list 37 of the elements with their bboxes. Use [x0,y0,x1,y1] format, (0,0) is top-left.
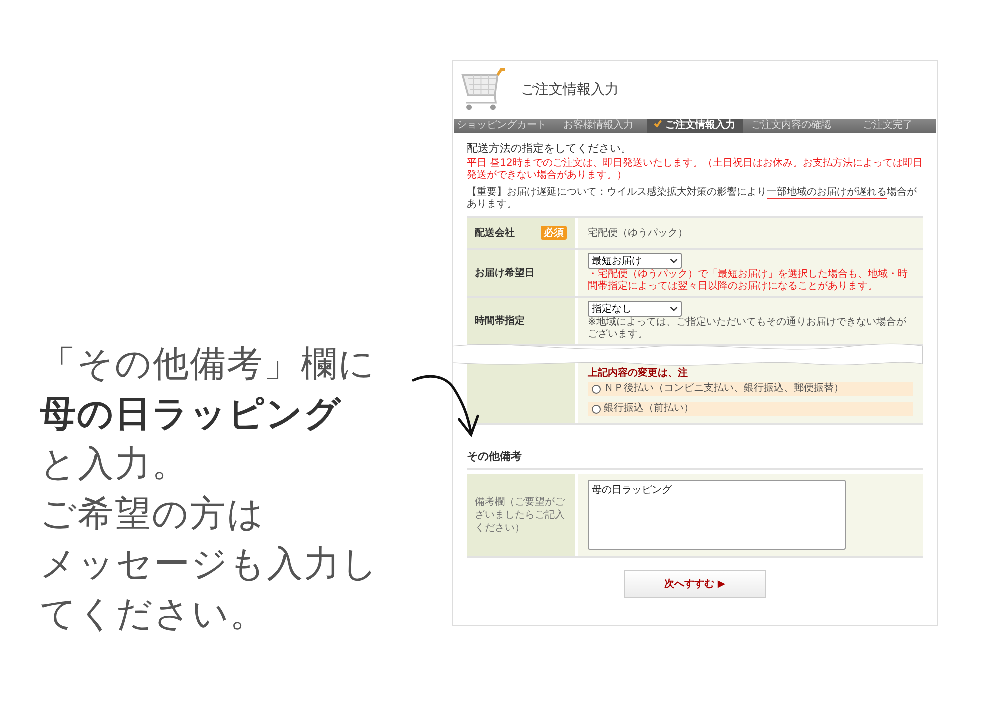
annotation-line: 「その他備考」欄に [40,343,377,387]
annotation-line: 母の日ラッピング [40,393,343,437]
field-note: ※地域によっては、ご指定いただいてもその通りお届けできない場合がございます。 [588,317,908,341]
shopping-cart-icon [461,67,507,113]
caret-icon [670,306,678,312]
payment-option[interactable]: ＮＰ後払い（コンビニ支払い、銀行振込、郵便振替） [588,382,913,396]
radio-button[interactable] [592,404,601,414]
dropdown[interactable]: 最短お届け [588,253,682,269]
section-heading: 配送方法の指定をしてください。 [467,141,633,156]
next-button[interactable]: 次へすすむ ▶ [624,570,766,598]
required-badge: 必須 [541,226,567,240]
notice-text: 平日 昼12時までのご注文は、即日発送いたします。（土日祝日はお休み。お支払方法によっては即日発送ができない場合があります。） [467,158,923,182]
value-text: 宅配便（ゆうパック） [588,226,689,240]
important-notice: 【重要】お届け遅延について：ウイルス感染拡大対策の影響により 一部地域のお届けが遅れる場合があります。 [467,187,918,211]
row-label: 時間帯指定 [475,314,525,328]
row-label: 配送会社 [475,226,515,240]
radio-button[interactable] [592,384,601,394]
remarks-label: 備考欄（ご要望がございましたらご記入ください） [467,474,575,556]
step-item: ご注文完了 [862,119,914,133]
step-item: ショッピングカート [456,119,548,133]
remarks-heading: その他備考 [467,449,923,470]
payment-option[interactable]: 銀行振込（前払い） [588,402,913,416]
step-item: ご注文情報入力 [646,119,744,133]
check-icon [654,120,662,128]
dropdown[interactable]: 指定なし [588,301,682,317]
caret-icon [670,258,678,264]
step-item: ご注文内容の確認 [750,119,832,133]
annotation-line: てください。 [40,593,268,637]
remarks-textarea[interactable]: 母の日ラッピング [588,480,846,550]
annotation-line: ご希望の方は [40,493,266,537]
change-note: 上記内容の変更は、注 [588,368,689,380]
annotation-line: と入力。 [40,443,190,487]
step-item: お客様情報入力 [562,119,635,133]
page-title: ご注文情報入力 [521,81,619,99]
annotation-line: メッセージも入力し [40,543,380,587]
row-label: お届け希望日 [475,266,535,280]
field-note: ・宅配便（ゆうパック）で「最短お届け」を選択した場合も、地域・時間帯指定によっては翌々日以降のお届けになることがあります。 [588,269,909,293]
